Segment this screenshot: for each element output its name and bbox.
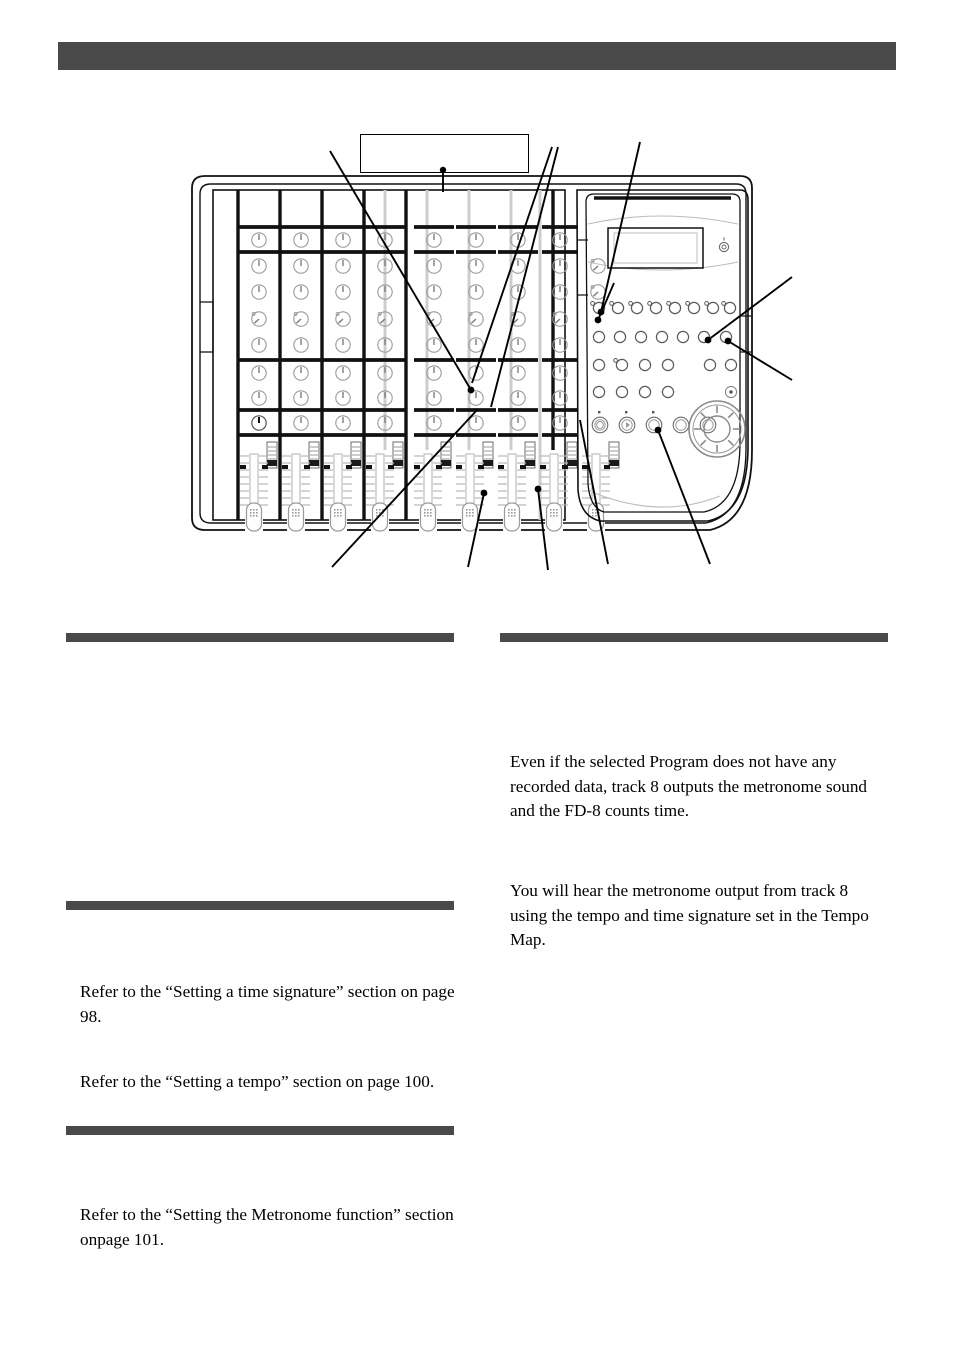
device-figure: [180, 120, 820, 590]
page-header-bar: [58, 42, 896, 70]
section-rule-right-1: [500, 633, 888, 642]
paragraph-right-2: You will hear the metronome output from …: [510, 881, 869, 950]
lcd-display: [607, 227, 704, 269]
channel-faders: [239, 449, 611, 535]
section-rule-left-2: [66, 901, 454, 910]
document-page: Even if the selected Program does not ha…: [0, 0, 954, 1351]
paragraph-right-1: Even if the selected Program does not ha…: [510, 752, 868, 821]
paragraph-left-1: Refer to the “Setting a time signature” …: [80, 982, 455, 1026]
paragraph-left-3: Refer to the “Setting the Metronome func…: [80, 1205, 454, 1249]
section-rule-left-1: [66, 633, 454, 642]
paragraph-left-2: Refer to the “Setting a tempo” section o…: [80, 1072, 435, 1092]
section-rule-left-3: [66, 1126, 454, 1135]
